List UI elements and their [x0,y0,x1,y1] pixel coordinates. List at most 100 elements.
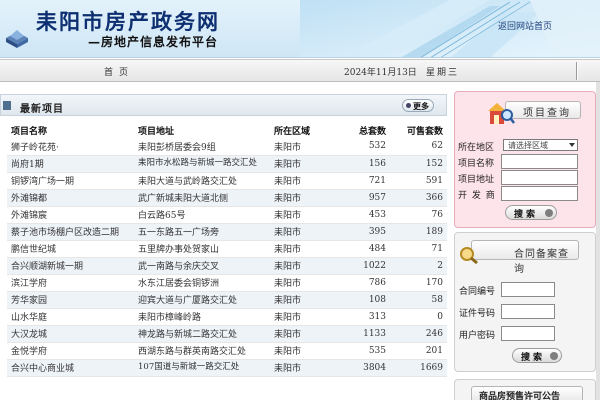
total-units-cell: 3804 [338,359,390,377]
nav-divider [576,62,578,80]
project-name-cell[interactable]: 外滩锦宸 [7,206,134,224]
available-units-cell: 246 [390,325,447,343]
current-weekday: 星期三 [426,68,460,78]
latest-projects-header: 最新项目 更多 [0,94,447,116]
more-button[interactable]: 更多 [402,99,434,112]
developer-input[interactable] [501,186,578,201]
projects-table: 项目名称 项目地址 所在区域 总套数 可售套数 狮子岭花苑· 耒阳彭桥居委会9组耒… [7,122,447,377]
project-address-cell: 107国道与新城一路交汇处 [134,359,270,377]
project-name-cell[interactable]: 金悦学府 [7,342,134,360]
table-row[interactable]: 外滩锦宸 白云路65号 耒阳市 453 76 [7,206,447,224]
password-input[interactable] [501,326,555,341]
navbar: 首页 2024年11月13日 星期三 [0,59,600,82]
project-name-label: 项目名称 [458,159,495,169]
project-name-cell[interactable]: 合兴顺湖新城一期 [7,257,134,275]
total-units-cell: 721 [338,172,390,190]
table-row[interactable]: 鹏信世纪城 五里牌办事处贺家山 耒阳市 484 71 [7,240,447,258]
available-units-cell: 1669 [390,359,447,377]
project-area-cell: 耒阳市 [270,291,338,309]
logo-icon [6,30,28,48]
total-units-cell: 484 [338,240,390,258]
developer-label: 开 发 商 [458,191,496,201]
total-units-cell: 313 [338,308,390,326]
total-units-cell: 108 [338,291,390,309]
project-name-cell[interactable]: 大汉龙城 [7,325,134,343]
available-units-cell: 189 [390,223,447,241]
total-units-cell: 532 [338,138,390,156]
site-header: 耒阳市房产政务网 —房地产信息发布平台 返回网站首页 [0,0,600,58]
project-name-cell[interactable]: 蔡子池市场棚户区改造二期 [7,223,134,241]
id-no-input[interactable] [501,304,555,319]
total-units-cell: 395 [338,223,390,241]
arrow-icon [550,352,558,360]
project-area-cell: 耒阳市 [270,342,338,360]
magnifier-icon [460,247,478,264]
site-title: 耒阳市房产政务网 [36,9,220,34]
project-name-cell[interactable]: 狮子岭花苑· [7,138,134,156]
project-name-input[interactable] [501,154,578,169]
project-area-cell: 耒阳市 [270,257,338,275]
table-row[interactable]: 外滩锦都 武广新城耒阳大道北侧 耒阳市 957 366 [7,189,447,207]
project-address-cell: 武广新城耒阳大道北侧 [134,189,270,207]
project-name-cell[interactable]: 外滩锦都 [7,189,134,207]
project-name-cell[interactable]: 滨江学府 [7,274,134,292]
available-units-cell: 71 [390,240,447,258]
house-magnifier-icon [488,103,515,124]
available-units-cell: 170 [390,274,447,292]
current-date: 2024年11月13日 [344,68,417,78]
table-row[interactable]: 铜锣湾广场一期 耒阳大道与武岭路交汇处 耒阳市 721 591 [7,172,447,190]
home-link[interactable]: 返回网站首页 [498,19,552,32]
table-row[interactable]: 尚府1期 耒阳市水松路与新城一路交汇处 耒阳市 156 152 [7,155,447,173]
page-scrollbar[interactable] [596,82,600,400]
project-address-cell: 迎宾大道与广厦路交汇处 [134,291,270,309]
project-area-cell: 耒阳市 [270,223,338,241]
project-address-cell: 耒阳大道与武岭路交汇处 [134,172,270,190]
table-row[interactable]: 狮子岭花苑· 耒阳彭桥居委会9组 耒阳市 532 62 [7,138,447,156]
table-row[interactable]: 芳华家园 迎宾大道与广厦路交汇处 耒阳市 108 58 [7,291,447,309]
project-query-title: 项目查询 [523,108,571,119]
contract-no-input[interactable] [501,282,555,297]
project-address-cell: 五一东路五一广场旁 [134,223,270,241]
project-area-cell: 耒阳市 [270,155,338,173]
project-name-cell[interactable]: 芳华家园 [7,291,134,309]
header-building-graphic [300,0,600,57]
region-select[interactable]: 请选择区域 [503,139,578,151]
table-row[interactable]: 合兴中心商业城 107国道与新城一路交汇处 耒阳市 3804 1669 [7,359,447,377]
project-query-header: 项目查询 [471,98,582,124]
project-address-input[interactable] [501,170,578,185]
available-units-cell: 2 [390,257,447,275]
project-address-cell: 耒阳市水松路与新城一路交汇处 [134,155,270,173]
project-name-cell[interactable]: 铜锣湾广场一期 [7,172,134,190]
region-select-value: 请选择区域 [508,141,548,150]
table-row[interactable]: 山水华庭 耒阳市樟峰岭路 耒阳市 313 0 [7,308,447,326]
available-units-cell: 62 [390,138,447,156]
project-search-label: 搜索 [514,210,539,220]
project-area-cell: 耒阳市 [270,325,338,343]
available-units-cell: 152 [390,155,447,173]
column-header: 总套数 [358,126,386,137]
project-name-cell[interactable]: 鹏信世纪城 [7,240,134,258]
table-row[interactable]: 蔡子池市场棚户区改造二期 五一东路五一广场旁 耒阳市 395 189 [7,223,447,241]
section-bullet-icon [3,101,11,110]
project-name-cell[interactable]: 合兴中心商业城 [7,359,134,377]
project-address-cell: 水东江居委会铜锣洲 [134,274,270,292]
table-row[interactable]: 大汉龙城 神龙路与新城二路交汇处 耒阳市 1133 246 [7,325,447,343]
arrow-icon [545,209,553,217]
total-units-cell: 786 [338,274,390,292]
table-row[interactable]: 滨江学府 水东江居委会铜锣洲 耒阳市 786 170 [7,274,447,292]
column-header: 项目名称 [11,126,48,137]
presale-permit-title[interactable]: 商品房预售许可公告 [479,389,560,400]
project-area-cell: 耒阳市 [270,206,338,224]
contract-search-label: 搜索 [521,353,546,363]
table-row[interactable]: 金悦学府 西湖东路与群英南路交汇处 耒阳市 535 201 [7,342,447,360]
project-name-cell[interactable]: 尚府1期 [7,155,134,173]
site-subtitle: —房地产信息发布平台 [88,35,219,49]
nav-home-link[interactable]: 首页 [104,65,134,78]
table-row[interactable]: 合兴顺湖新城一期 武一南路与余庆交叉 耒阳市 1022 2 [7,257,447,275]
id-no-label: 证件号码 [459,309,496,319]
contract-no-label: 合同编号 [459,287,496,297]
project-name-cell[interactable]: 山水华庭 [7,308,134,326]
project-area-cell: 耒阳市 [270,308,338,326]
project-search-button[interactable]: 搜索 [505,205,557,220]
contract-search-button[interactable]: 搜索 [512,348,562,363]
